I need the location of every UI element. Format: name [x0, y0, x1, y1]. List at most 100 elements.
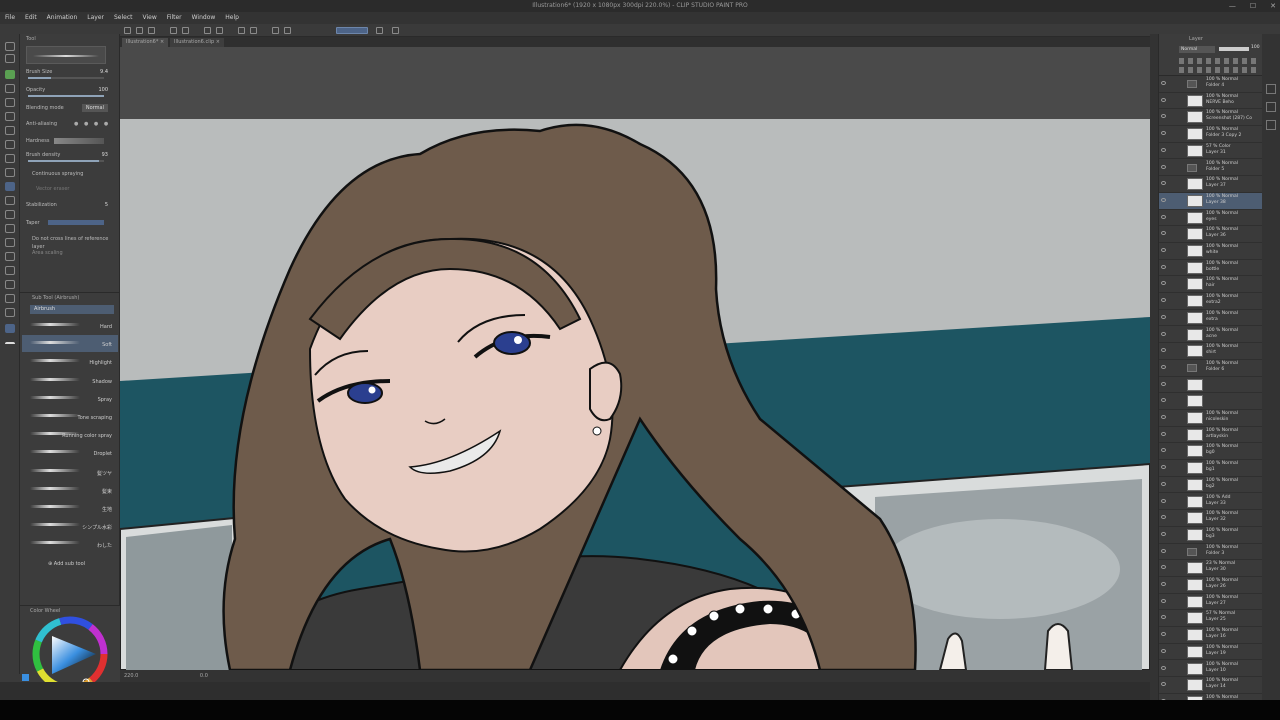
layer-row[interactable]: 23 % Normal Layer 30: [1159, 560, 1263, 577]
text-tool-icon[interactable]: [5, 280, 15, 289]
reference-icon[interactable]: [392, 27, 399, 34]
layer-row[interactable]: 100 % Normal extra: [1159, 310, 1263, 327]
visibility-eye-icon[interactable]: [1161, 398, 1166, 403]
brush-size-value[interactable]: 9.4: [100, 68, 108, 76]
visibility-eye-icon[interactable]: [1161, 314, 1166, 319]
layer-row[interactable]: 100 % Normal Layer 32: [1159, 510, 1263, 527]
visibility-eye-icon[interactable]: [1161, 114, 1166, 119]
visibility-eye-icon[interactable]: [1161, 431, 1166, 436]
layer-opacity-slider[interactable]: [1219, 47, 1249, 51]
layer-row[interactable]: 100 % Normal Layer 19: [1159, 644, 1263, 661]
tab-illustration6-clip[interactable]: Illustration6.clip ×: [170, 38, 224, 47]
opacity-row[interactable]: Opacity 100: [26, 86, 116, 97]
layer-row[interactable]: 100 % Normal hair: [1159, 276, 1263, 294]
menu-help[interactable]: Help: [220, 12, 244, 24]
menu-filter[interactable]: Filter: [162, 12, 187, 24]
reference-row[interactable]: Do not cross lines of reference layer: [32, 235, 122, 250]
pencil-tool-icon[interactable]: [5, 154, 15, 163]
visibility-eye-icon[interactable]: [1161, 348, 1166, 353]
layer-row[interactable]: 100 % Normal Screenshot (287) Co: [1159, 109, 1263, 127]
subtool-item[interactable]: Highlight: [22, 353, 118, 370]
continuous-row[interactable]: Continuous spraying: [32, 170, 122, 180]
layer-row[interactable]: 100 % Normal Layer 14: [1159, 677, 1263, 694]
saturation-triangle[interactable]: [52, 636, 96, 674]
visibility-eye-icon[interactable]: [1161, 248, 1166, 252]
layer-row[interactable]: 100 % Add Layer 33: [1159, 494, 1263, 511]
subtool-item[interactable]: シンプル水彩: [22, 517, 118, 534]
hand-tool-icon[interactable]: [5, 54, 15, 63]
settings-icon[interactable]: [284, 27, 291, 34]
stabilization-row[interactable]: Stabilization 5: [26, 201, 116, 211]
visibility-eye-icon[interactable]: [1161, 381, 1166, 386]
property-icon[interactable]: [1266, 102, 1276, 112]
subtool-item[interactable]: 生地: [22, 499, 118, 516]
ruler-icon[interactable]: [250, 27, 257, 34]
subtool-item[interactable]: Droplet: [22, 444, 118, 461]
grid-icon[interactable]: [272, 27, 279, 34]
visibility-eye-icon[interactable]: [1161, 531, 1166, 536]
visibility-eye-icon[interactable]: [1161, 548, 1166, 553]
antialiasing-options[interactable]: ● ● ● ●: [74, 120, 110, 128]
visibility-eye-icon[interactable]: [1161, 97, 1166, 102]
layer-row[interactable]: 100 % Normal bg3: [1159, 527, 1263, 544]
decoration-tool-icon[interactable]: [5, 196, 15, 205]
undo-icon[interactable]: [170, 27, 177, 34]
layer-row[interactable]: 100 % Normal Layer 36: [1159, 226, 1263, 243]
visibility-eye-icon[interactable]: [1161, 582, 1166, 586]
layer-row[interactable]: 100 % Normal Folder 3 Copy 2: [1159, 126, 1263, 143]
visibility-eye-icon[interactable]: [1161, 465, 1166, 470]
main-color-icon[interactable]: [5, 324, 15, 333]
layer-folder-row[interactable]: 100 % Normal Folder 4: [1159, 76, 1263, 93]
add-subtool-button[interactable]: ⊕ Add sub tool: [48, 561, 85, 567]
layer-row[interactable]: 100 % Normal white: [1159, 243, 1263, 260]
rotation-value[interactable]: 0.0: [200, 673, 208, 679]
eyedropper-icon[interactable]: [5, 126, 15, 135]
airbrush-tool-icon[interactable]: [5, 182, 15, 191]
visibility-eye-icon[interactable]: [1161, 448, 1166, 453]
snap-toggle-group[interactable]: [336, 27, 368, 34]
layer-row[interactable]: 100 % Normal bg1: [1159, 460, 1263, 477]
subtool-item[interactable]: わした: [22, 535, 118, 552]
taper-slider[interactable]: [48, 220, 104, 225]
transform-icon[interactable]: [216, 27, 223, 34]
visibility-eye-icon[interactable]: [1161, 214, 1166, 219]
layer-row[interactable]: 100 % Normal Layer 38: [1159, 192, 1263, 210]
subtool-group-tab[interactable]: Airbrush: [30, 305, 114, 314]
layer-row[interactable]: 100 % Normal acne: [1159, 327, 1263, 344]
navigator-icon[interactable]: [1266, 84, 1276, 94]
maximize-icon[interactable]: ☐: [1250, 2, 1256, 10]
operation-tool-icon[interactable]: [5, 70, 15, 79]
visibility-eye-icon[interactable]: [1161, 598, 1166, 603]
menu-layer[interactable]: Layer: [82, 12, 109, 24]
opacity-value[interactable]: 100: [98, 86, 108, 94]
brush-tool-icon[interactable]: [5, 168, 15, 177]
visibility-eye-icon[interactable]: [1161, 81, 1166, 85]
visibility-eye-icon[interactable]: [1161, 147, 1166, 152]
canvas-area[interactable]: [120, 47, 1150, 670]
tab-illustration6[interactable]: Illustration6* ×: [122, 38, 169, 47]
menu-window[interactable]: Window: [187, 12, 221, 24]
open-icon[interactable]: [136, 27, 143, 34]
layer-row[interactable]: 100 % Normal Layer 26: [1159, 577, 1263, 594]
hardness-row[interactable]: Hardness: [26, 137, 116, 147]
layer-row[interactable]: 100 % Normal NERVE Beho: [1159, 93, 1263, 110]
density-row[interactable]: Brush density 93: [26, 151, 116, 162]
visibility-eye-icon[interactable]: [1161, 264, 1166, 269]
subtool-item[interactable]: Hard: [22, 317, 118, 334]
menu-animation[interactable]: Animation: [42, 12, 83, 24]
auto-select-icon[interactable]: [5, 112, 15, 121]
clear-icon[interactable]: [204, 27, 211, 34]
visibility-eye-icon[interactable]: [1161, 665, 1166, 670]
area-scaling-row[interactable]: Area scaling: [32, 249, 122, 259]
visibility-eye-icon[interactable]: [1161, 131, 1166, 136]
redo-icon[interactable]: [182, 27, 189, 34]
visibility-eye-icon[interactable]: [1161, 682, 1166, 687]
visibility-eye-icon[interactable]: [1161, 565, 1166, 570]
density-slider[interactable]: [28, 160, 104, 162]
layer-folder-row[interactable]: 100 % Normal Folder 3: [1159, 544, 1263, 561]
brush-size-slider[interactable]: [28, 77, 104, 79]
menu-edit[interactable]: Edit: [20, 12, 42, 24]
layer-row[interactable]: 100 % Normal bottle: [1159, 260, 1263, 277]
visibility-eye-icon[interactable]: [1161, 415, 1166, 419]
blending-row[interactable]: Blending mode Normal: [26, 104, 116, 114]
